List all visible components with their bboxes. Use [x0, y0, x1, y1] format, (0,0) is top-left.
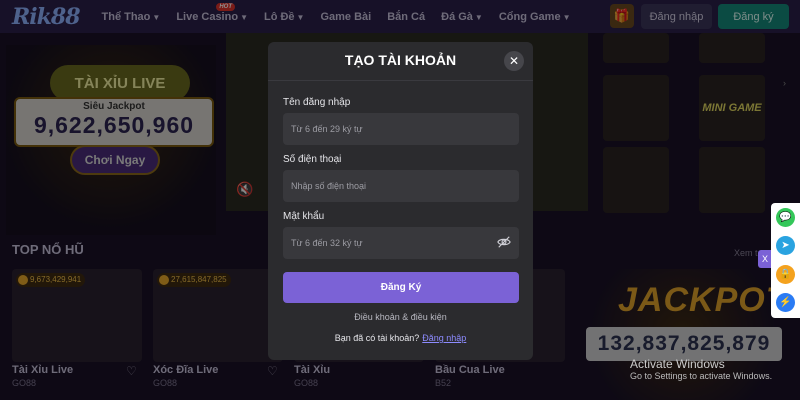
phone-label: Số điện thoại: [283, 154, 342, 165]
contact-bar: 💬 ➤ 🔒 ⚡: [771, 203, 800, 318]
phone-input[interactable]: [291, 181, 491, 191]
modal-title: TẠO TÀI KHOẢN: [344, 52, 457, 68]
messenger-icon[interactable]: ⚡: [776, 293, 795, 312]
divider: [268, 80, 533, 81]
password-label: Mật khẩu: [283, 211, 325, 222]
lock-icon[interactable]: 🔒: [776, 265, 795, 284]
password-field: [283, 227, 519, 259]
create-account-modal: TẠO TÀI KHOẢN ✕ Tên đăng nhập Số điện th…: [268, 42, 533, 360]
username-input[interactable]: [291, 124, 491, 134]
have-account-text: Bạn đã có tài khoản? Đăng nhập: [334, 333, 467, 343]
close-icon[interactable]: X: [758, 250, 772, 268]
username-field: [283, 113, 519, 145]
register-submit-button[interactable]: Đăng Ký: [283, 272, 519, 303]
chat-icon[interactable]: 💬: [776, 208, 795, 227]
login-link[interactable]: Đăng nhập: [422, 333, 466, 343]
windows-activation-notice: Activate Windows Go to Settings to activ…: [630, 357, 773, 381]
telegram-icon[interactable]: ➤: [776, 236, 795, 255]
phone-field: [283, 170, 519, 202]
username-label: Tên đăng nhập: [283, 97, 351, 108]
terms-link[interactable]: Điều khoản & điều kiện: [268, 312, 533, 322]
eye-off-icon[interactable]: [497, 235, 511, 249]
password-input[interactable]: [291, 238, 491, 248]
close-icon[interactable]: ✕: [504, 51, 524, 71]
